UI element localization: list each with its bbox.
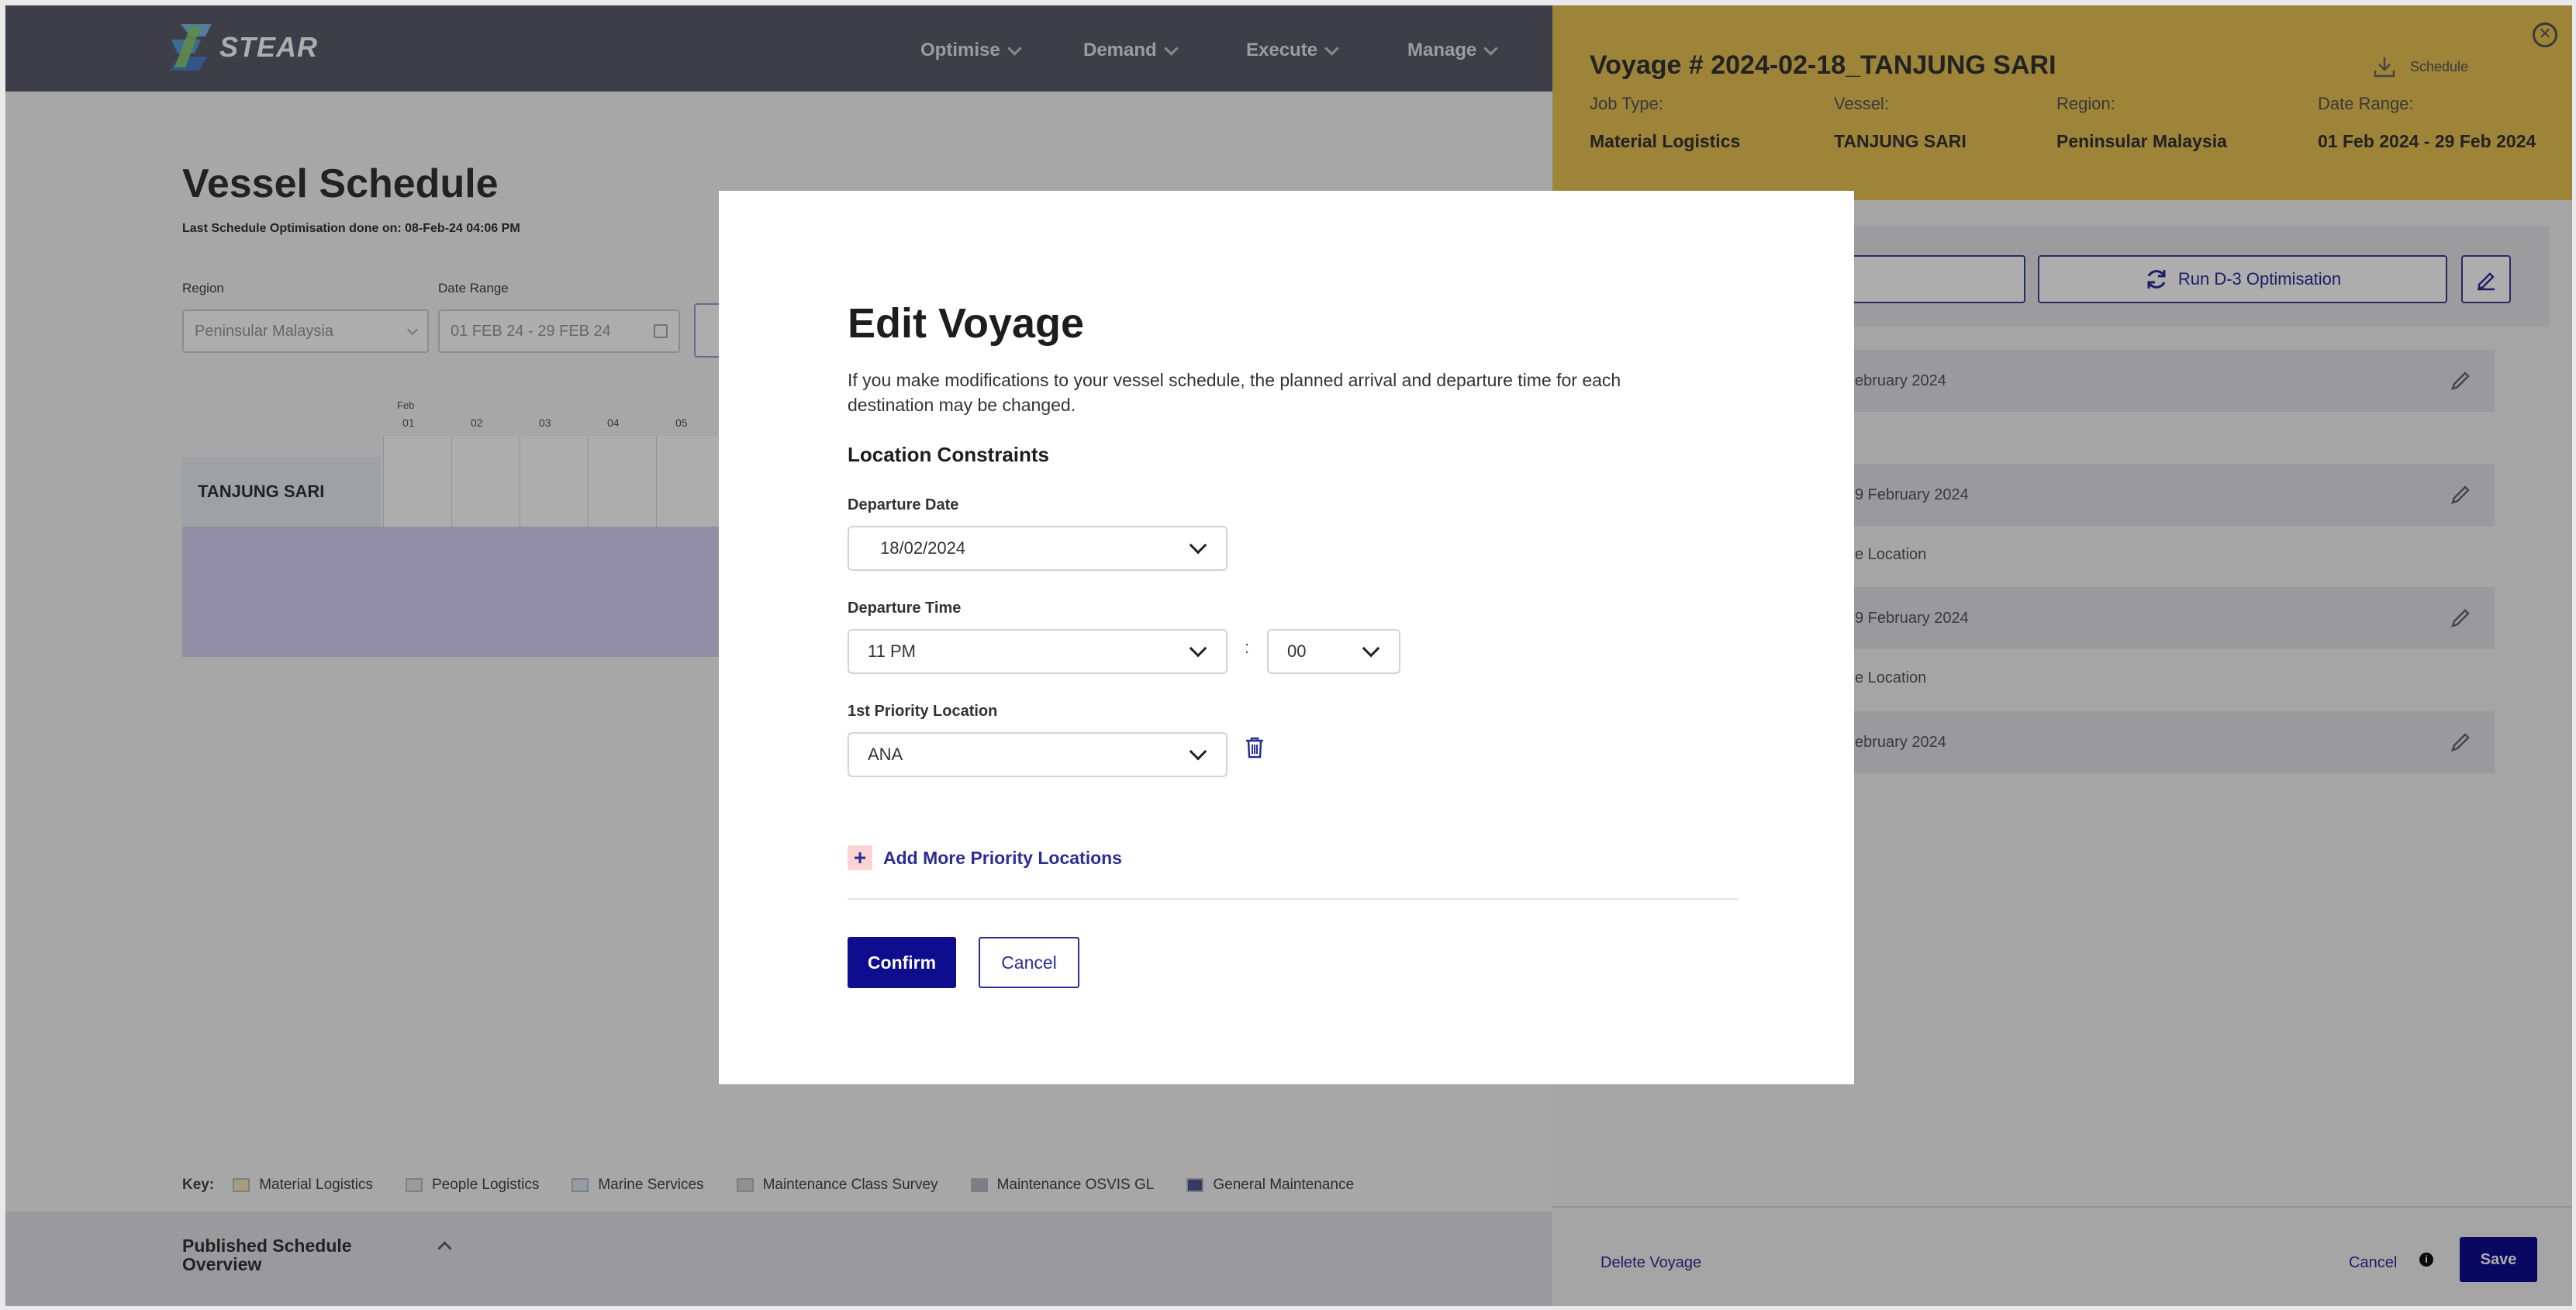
cancel-button[interactable]: Cancel bbox=[979, 937, 1079, 988]
departure-date-select[interactable]: 18/02/2024 bbox=[848, 526, 1228, 571]
trash-icon[interactable] bbox=[1243, 735, 1266, 764]
confirm-button[interactable]: Confirm bbox=[848, 937, 956, 988]
departure-minute-value: 00 bbox=[1287, 641, 1307, 661]
edit-voyage-modal: Edit Voyage If you make modifications to… bbox=[719, 191, 1854, 1084]
chevron-down-icon bbox=[1189, 639, 1207, 658]
modal-title: Edit Voyage bbox=[848, 300, 1085, 347]
chevron-down-icon bbox=[1189, 742, 1207, 761]
priority-location-value: ANA bbox=[868, 745, 903, 764]
departure-minute-select[interactable]: 00 bbox=[1267, 629, 1400, 674]
divider bbox=[848, 898, 1738, 900]
plus-icon: + bbox=[848, 845, 872, 870]
modal-description: If you make modifications to your vessel… bbox=[848, 370, 1621, 415]
departure-hour-value: 11 PM bbox=[868, 641, 916, 661]
departure-date-value: 18/02/2024 bbox=[880, 538, 966, 558]
chevron-down-icon bbox=[1362, 639, 1380, 658]
departure-time-label: Departure Time bbox=[848, 600, 962, 617]
departure-date-label: Departure Date bbox=[848, 496, 959, 513]
departure-hour-select[interactable]: 11 PM bbox=[848, 629, 1228, 674]
location-constraints-heading: Location Constraints bbox=[848, 443, 1050, 466]
time-separator: : bbox=[1245, 638, 1250, 657]
app-page: STEAR Optimise Demand Execute Manage Ves… bbox=[5, 5, 2572, 1306]
chevron-down-icon bbox=[1189, 536, 1207, 555]
add-priority-location-button[interactable]: + Add More Priority Locations bbox=[848, 845, 1122, 870]
priority-location-select[interactable]: ANA bbox=[848, 732, 1228, 777]
add-priority-label: Add More Priority Locations bbox=[883, 847, 1122, 868]
priority-location-label: 1st Priority Location bbox=[848, 703, 998, 720]
